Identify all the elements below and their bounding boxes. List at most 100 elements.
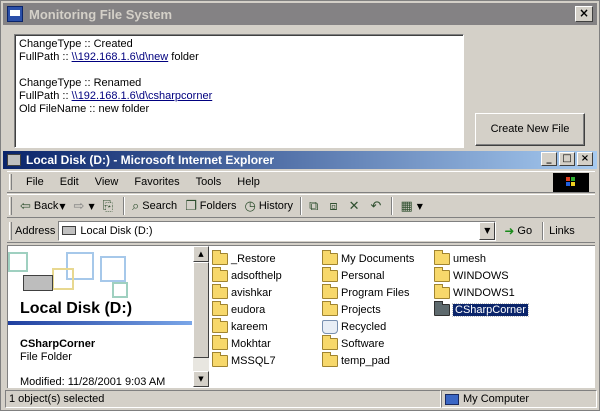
- folder-icon: [212, 267, 228, 282]
- undo-button[interactable]: ↶: [367, 196, 389, 216]
- forward-button[interactable]: ⇨ ▼: [70, 196, 99, 216]
- folder-icon: [212, 301, 228, 316]
- recycled-item[interactable]: Recycled: [322, 319, 386, 335]
- ie-close-button[interactable]: ×: [577, 152, 593, 166]
- folder-icon: [212, 284, 228, 299]
- folder-item[interactable]: avishkar: [212, 284, 272, 301]
- views-button[interactable]: ▦ ▼: [396, 196, 426, 216]
- recycle-bin-icon: [322, 320, 338, 334]
- status-zone: My Computer: [441, 390, 597, 408]
- chevron-down-icon[interactable]: ▼: [479, 221, 496, 240]
- folder-item[interactable]: My Documents: [322, 250, 414, 267]
- folder-icon: [322, 250, 338, 265]
- menu-edit[interactable]: Edit: [52, 176, 87, 188]
- app-title: Monitoring File System: [29, 6, 173, 22]
- search-button[interactable]: ⌕ Search: [128, 196, 181, 216]
- folder-item[interactable]: Mokhtar: [212, 335, 271, 352]
- folder-icon: [434, 267, 450, 282]
- copy-to-icon: ⧈: [329, 198, 338, 214]
- windows-logo-icon: [553, 173, 589, 192]
- scroll-thumb[interactable]: [193, 262, 209, 358]
- chevron-down-icon[interactable]: ▼: [88, 202, 94, 211]
- copy-to-button[interactable]: ⧈: [325, 196, 344, 216]
- log-line: FullPath :: \\192.168.1.6\d\new folder: [19, 51, 199, 63]
- menubar-grip[interactable]: [9, 174, 12, 190]
- address-label: Address: [15, 224, 56, 237]
- selected-item-modified: Modified: 11/28/2001 9:03 AM: [20, 376, 166, 387]
- app-window-icon: [7, 6, 23, 22]
- toolbar-separator: [300, 197, 303, 215]
- toolbar-grip[interactable]: [9, 197, 12, 215]
- address-value: Local Disk (D:): [80, 224, 153, 237]
- file-list: _Restore adsofthelp avishkar eudora kare…: [208, 248, 594, 386]
- up-folder-button[interactable]: ⎘: [99, 196, 120, 216]
- folder-icon: [322, 301, 338, 316]
- heading-divider: [8, 321, 192, 325]
- minimize-button[interactable]: _: [541, 152, 557, 166]
- folder-item[interactable]: temp_pad: [322, 352, 390, 369]
- menu-favorites[interactable]: Favorites: [126, 176, 187, 188]
- app-title-bar: Monitoring File System ×: [3, 3, 597, 25]
- scroll-down-icon[interactable]: ▼: [193, 371, 209, 387]
- desktop-frame: Monitoring File System × ChangeType :: C…: [0, 0, 600, 411]
- folder-icon: [212, 352, 228, 367]
- delete-button[interactable]: ✕: [345, 196, 367, 216]
- folder-item[interactable]: umesh: [434, 250, 486, 267]
- up-folder-icon: ⎘: [102, 198, 113, 214]
- selected-item-name: CSharpCorner: [20, 338, 96, 350]
- local-disk-icon: [23, 275, 53, 291]
- folder-item-selected[interactable]: CSharpCorner: [434, 301, 529, 318]
- decorative-square: [100, 256, 126, 282]
- folder-icon: [212, 318, 228, 333]
- ie-title: Local Disk (D:) - Microsoft Internet Exp…: [26, 153, 275, 167]
- address-bar: Address Local Disk (D:) ▼ ➜ Go Links: [7, 219, 595, 243]
- drive-heading: Local Disk (D:): [20, 300, 133, 317]
- address-input[interactable]: Local Disk (D:) ▼: [58, 220, 497, 241]
- chevron-down-icon[interactable]: ▼: [59, 202, 65, 211]
- folder-item[interactable]: eudora: [212, 301, 265, 318]
- folder-icon: [434, 250, 450, 265]
- folder-item[interactable]: WINDOWS1: [434, 284, 515, 301]
- menu-tools[interactable]: Tools: [188, 176, 230, 188]
- scroll-up-icon[interactable]: ▲: [193, 246, 209, 262]
- folder-item[interactable]: MSSQL7: [212, 352, 276, 369]
- addressbar-grip[interactable]: [9, 221, 12, 240]
- folders-button[interactable]: ❐ Folders: [181, 196, 240, 216]
- status-selection-text: 1 object(s) selected: [5, 390, 441, 408]
- log-line: ChangeType :: Created: [19, 38, 133, 50]
- links-button[interactable]: Links: [549, 225, 575, 237]
- app-close-button[interactable]: ×: [575, 6, 593, 22]
- standard-toolbar: ⇦ Back ▼ ⇨ ▼ ⎘ ⌕ Search ❐ Folders ◷ Hist…: [7, 194, 595, 218]
- folder-item[interactable]: Program Files: [322, 284, 409, 301]
- back-button[interactable]: ⇦ Back ▼: [16, 196, 70, 216]
- history-icon: ◷: [244, 198, 256, 214]
- drive-icon: [62, 226, 77, 235]
- maximize-button[interactable]: □: [559, 152, 575, 166]
- folder-icon: [434, 284, 450, 299]
- create-new-file-button[interactable]: Create New File: [475, 113, 585, 146]
- log-path-link[interactable]: \\192.168.1.6\d\csharpcorner: [72, 90, 213, 102]
- decorative-square: [112, 282, 128, 298]
- folder-item[interactable]: adsofthelp: [212, 267, 282, 284]
- folder-item[interactable]: _Restore: [212, 250, 276, 267]
- menu-file[interactable]: File: [18, 176, 52, 188]
- change-log-textbox[interactable]: ChangeType :: Created FullPath :: \\192.…: [14, 34, 464, 148]
- go-button[interactable]: ➜ Go: [504, 224, 532, 238]
- folder-item[interactable]: Projects: [322, 301, 381, 318]
- menu-help[interactable]: Help: [229, 176, 268, 188]
- folder-icon: [322, 335, 338, 350]
- forward-arrow-icon: ⇨: [73, 198, 85, 214]
- folder-item[interactable]: kareem: [212, 318, 268, 335]
- folder-item[interactable]: Software: [322, 335, 384, 352]
- log-path-link[interactable]: \\192.168.1.6\d\new: [72, 51, 169, 63]
- move-to-button[interactable]: ⧉: [305, 196, 325, 216]
- vertical-scrollbar[interactable]: ▲ ▼: [193, 246, 209, 387]
- folder-item[interactable]: Personal: [322, 267, 384, 284]
- history-button[interactable]: ◷ History: [240, 196, 297, 216]
- menu-view[interactable]: View: [87, 176, 127, 188]
- chevron-down-icon[interactable]: ▼: [417, 202, 423, 211]
- toolbar-separator: [391, 197, 394, 215]
- folder-item[interactable]: WINDOWS: [434, 267, 509, 284]
- go-arrow-icon: ➜: [504, 223, 515, 238]
- selected-item-type: File Folder: [20, 351, 72, 363]
